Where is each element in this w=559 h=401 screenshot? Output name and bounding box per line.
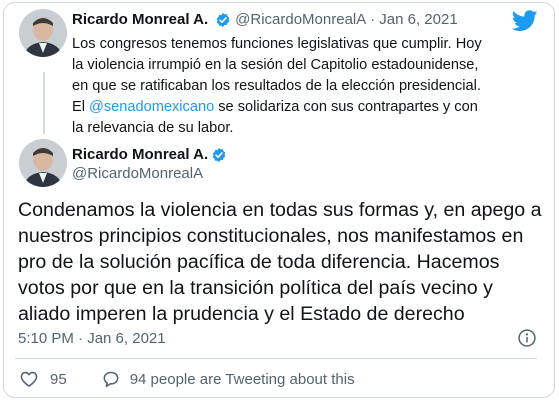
separator-dot: · (370, 11, 376, 28)
tweet-date[interactable]: Jan 6, 2021 (379, 11, 457, 28)
footer-divider (15, 358, 537, 359)
author-avatar-main[interactable] (19, 139, 67, 187)
tweeting-about-link[interactable]: 94 people are Tweeting about this (130, 371, 355, 388)
mention-link[interactable]: @senadomexicano (89, 99, 214, 115)
author-name[interactable]: Ricardo Monreal A. (72, 146, 208, 163)
main-tweet-author-row: Ricardo Monreal A. (72, 146, 227, 163)
author-avatar-top[interactable] (19, 9, 67, 57)
author-handle[interactable]: @RicardoMonrealA (72, 165, 203, 182)
reply-tweet-header: Ricardo Monreal A. @RicardoMonrealA · Ja… (72, 11, 458, 28)
verified-badge-icon (212, 147, 226, 162)
author-name[interactable]: Ricardo Monreal A. (72, 11, 208, 28)
heart-icon[interactable] (19, 369, 39, 389)
main-tweet-text: Condenamos la violencia en todas sus for… (18, 199, 542, 325)
like-count[interactable]: 95 (50, 371, 67, 388)
info-icon[interactable] (517, 328, 537, 348)
author-handle[interactable]: @RicardoMonrealA (235, 11, 366, 28)
thread-connector (43, 72, 45, 134)
reply-tweet-text: Los congresos tenemos funciones legislat… (72, 34, 492, 139)
tweet-timestamp[interactable]: 5:10 PM · Jan 6, 2021 (18, 330, 166, 347)
twitter-bird-icon[interactable] (512, 10, 538, 32)
verified-badge-icon (216, 12, 230, 27)
tweet-footer: 95 94 people are Tweeting about this (19, 369, 355, 389)
speech-bubble-icon[interactable] (101, 369, 121, 389)
